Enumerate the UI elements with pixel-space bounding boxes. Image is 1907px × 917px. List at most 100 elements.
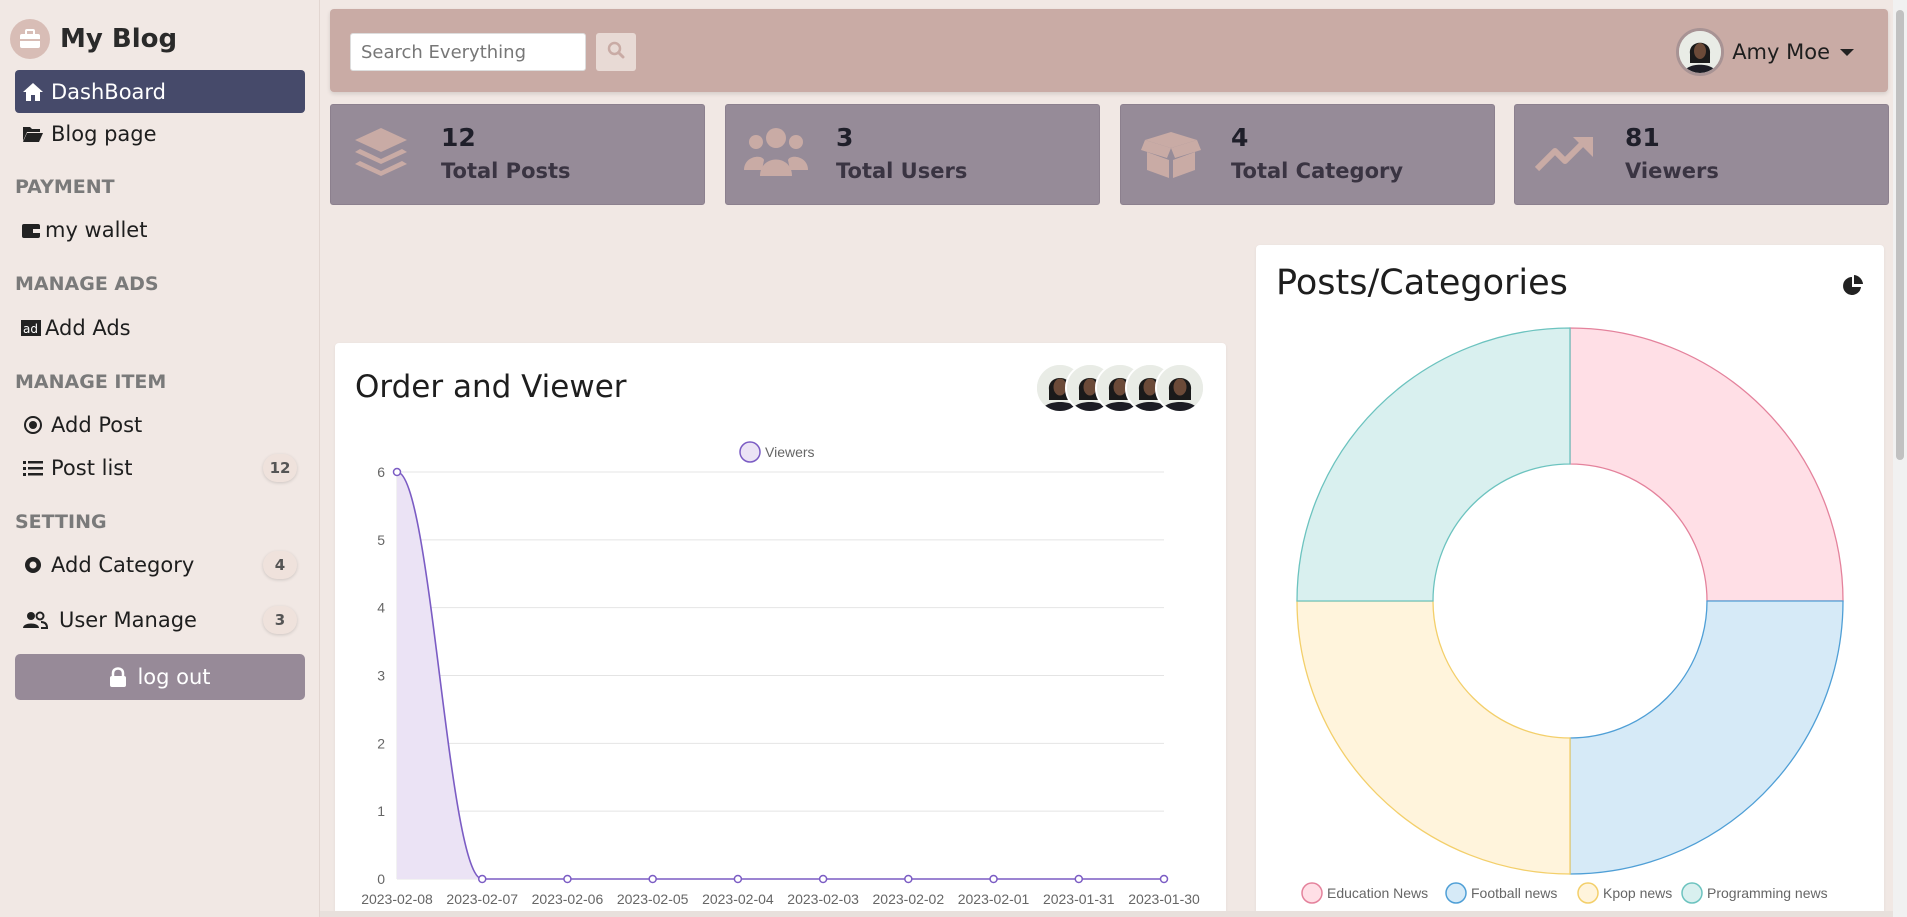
section-label-setting: SETTING (15, 511, 107, 533)
logout-button[interactable]: log out (15, 654, 305, 700)
order-viewer-panel: Order and Viewer 0 1 2 3 4 5 6 2023-02-08 2023-0… (335, 343, 1226, 917)
sidebar-item-blog-page[interactable]: Blog page (15, 112, 305, 155)
x-tick-label: 2023-01-30 (1128, 891, 1200, 907)
x-tick-label: 2023-01-31 (1043, 891, 1115, 907)
legend-label: Viewers (765, 444, 815, 460)
data-point (1074, 874, 1084, 884)
users-icon (744, 123, 808, 183)
search-icon (607, 41, 625, 63)
briefcase-icon (10, 19, 50, 59)
sidebar-item-add-post[interactable]: Add Post (15, 403, 305, 446)
y-tick-label: 2 (377, 735, 385, 751)
search-button[interactable] (596, 33, 636, 71)
avatar (1676, 28, 1725, 76)
legend-marker (739, 441, 761, 463)
dot-circle-icon (21, 553, 45, 577)
x-tick-label: 2023-02-07 (446, 891, 518, 907)
stat-value: 4 (1231, 123, 1249, 152)
sidebar-item-label: User Manage (59, 607, 197, 632)
line-chart: 0 1 2 3 4 5 6 2023-02-08 2023-02-07 2023-02-06 202… (361, 441, 1200, 907)
post-count-badge: 12 (263, 453, 297, 482)
y-tick-label: 6 (377, 464, 385, 480)
logout-label: log out (137, 665, 211, 689)
stat-card-category[interactable]: 4 Total Category (1120, 104, 1495, 205)
sidebar: My Blog DashBoard Blog page PAYMENT my w… (0, 0, 320, 917)
user-menu[interactable]: Amy Moe (1676, 28, 1854, 76)
wallet-icon (21, 218, 41, 242)
dot-circle-icon (21, 413, 45, 437)
section-label-manage-item: MANAGE ITEM (15, 371, 167, 393)
data-point (818, 874, 828, 884)
x-tick-label: 2023-02-08 (361, 891, 433, 907)
stat-label: Total Users (836, 159, 968, 183)
horizontal-scrollbar[interactable] (320, 911, 1893, 917)
user-count-badge: 3 (263, 605, 297, 634)
legend-marker (1681, 882, 1703, 904)
sidebar-item-post-list[interactable]: Post list 12 (15, 446, 305, 489)
legend-label: Kpop news (1603, 885, 1672, 901)
slice-education-news (1569, 327, 1844, 602)
data-point (563, 874, 572, 884)
legend-marker (1577, 882, 1599, 904)
sidebar-item-add-ads[interactable]: ad Add Ads (15, 306, 305, 349)
stat-card-viewers[interactable]: 81 Viewers (1514, 104, 1889, 205)
legend-label: Education News (1327, 885, 1428, 901)
sidebar-item-label: my wallet (45, 217, 148, 242)
legend-marker (1445, 882, 1467, 904)
list-icon (21, 456, 45, 480)
x-tick-label: 2023-02-01 (958, 891, 1030, 907)
sidebar-item-label: Blog page (51, 121, 157, 146)
posts-categories-panel: Posts/Categories Education News Football … (1256, 245, 1884, 917)
search-input[interactable] (350, 33, 586, 71)
home-icon (21, 80, 45, 104)
y-tick-label: 4 (377, 600, 385, 616)
stat-card-posts[interactable]: 12 Total Posts (330, 104, 705, 205)
box-open-icon (1139, 123, 1203, 183)
y-tick-label: 3 (377, 668, 385, 684)
sidebar-item-label: Post list (51, 455, 133, 480)
lock-icon (109, 667, 127, 687)
legend-marker (1301, 882, 1323, 904)
stat-card-users[interactable]: 3 Total Users (725, 104, 1100, 205)
y-tick-label: 0 (377, 871, 385, 887)
sidebar-item-add-category[interactable]: Add Category 4 (15, 543, 305, 586)
data-point (648, 874, 657, 884)
sidebar-item-label: DashBoard (51, 79, 167, 104)
legend-label: Programming news (1707, 885, 1828, 901)
trending-up-icon (1533, 123, 1597, 183)
sidebar-item-label: Add Category (51, 552, 195, 577)
chevron-down-icon (1840, 48, 1854, 56)
sidebar-item-user-manage[interactable]: User Manage 3 (15, 598, 305, 641)
category-count-badge: 4 (263, 550, 297, 579)
data-point (1159, 874, 1169, 884)
vertical-scrollbar[interactable] (1893, 0, 1907, 917)
data-point (904, 874, 913, 884)
slice-programming-news (1296, 327, 1571, 602)
brand-title: My Blog (60, 24, 178, 54)
donut-chart: Education News Football news Kpop news Prog… (1296, 327, 1844, 904)
section-label-payment: PAYMENT (15, 176, 115, 198)
folder-open-icon (21, 122, 45, 146)
brand[interactable]: My Blog (10, 19, 177, 59)
data-point (392, 467, 402, 477)
data-point (733, 874, 743, 884)
sidebar-item-dashboard[interactable]: DashBoard (15, 70, 305, 113)
sidebar-item-my-wallet[interactable]: my wallet (15, 208, 305, 251)
y-tick-label: 1 (377, 803, 385, 819)
scrollbar-thumb[interactable] (1896, 10, 1904, 460)
section-label-manage-ads: MANAGE ADS (15, 273, 159, 295)
x-tick-label: 2023-02-05 (617, 891, 689, 907)
stat-value: 12 (441, 123, 476, 152)
ad-icon: ad (21, 316, 41, 340)
data-point (989, 874, 998, 884)
stat-value: 81 (1625, 123, 1660, 152)
stat-label: Total Posts (441, 159, 571, 183)
slice-kpop-news (1296, 600, 1571, 875)
layers-icon (349, 123, 413, 183)
x-tick-label: 2023-02-02 (873, 891, 945, 907)
data-point (477, 874, 487, 884)
x-tick-label: 2023-02-04 (702, 891, 774, 907)
sidebar-item-label: Add Ads (45, 315, 131, 340)
y-tick-label: 5 (377, 532, 385, 548)
top-bar: Amy Moe (330, 9, 1888, 92)
